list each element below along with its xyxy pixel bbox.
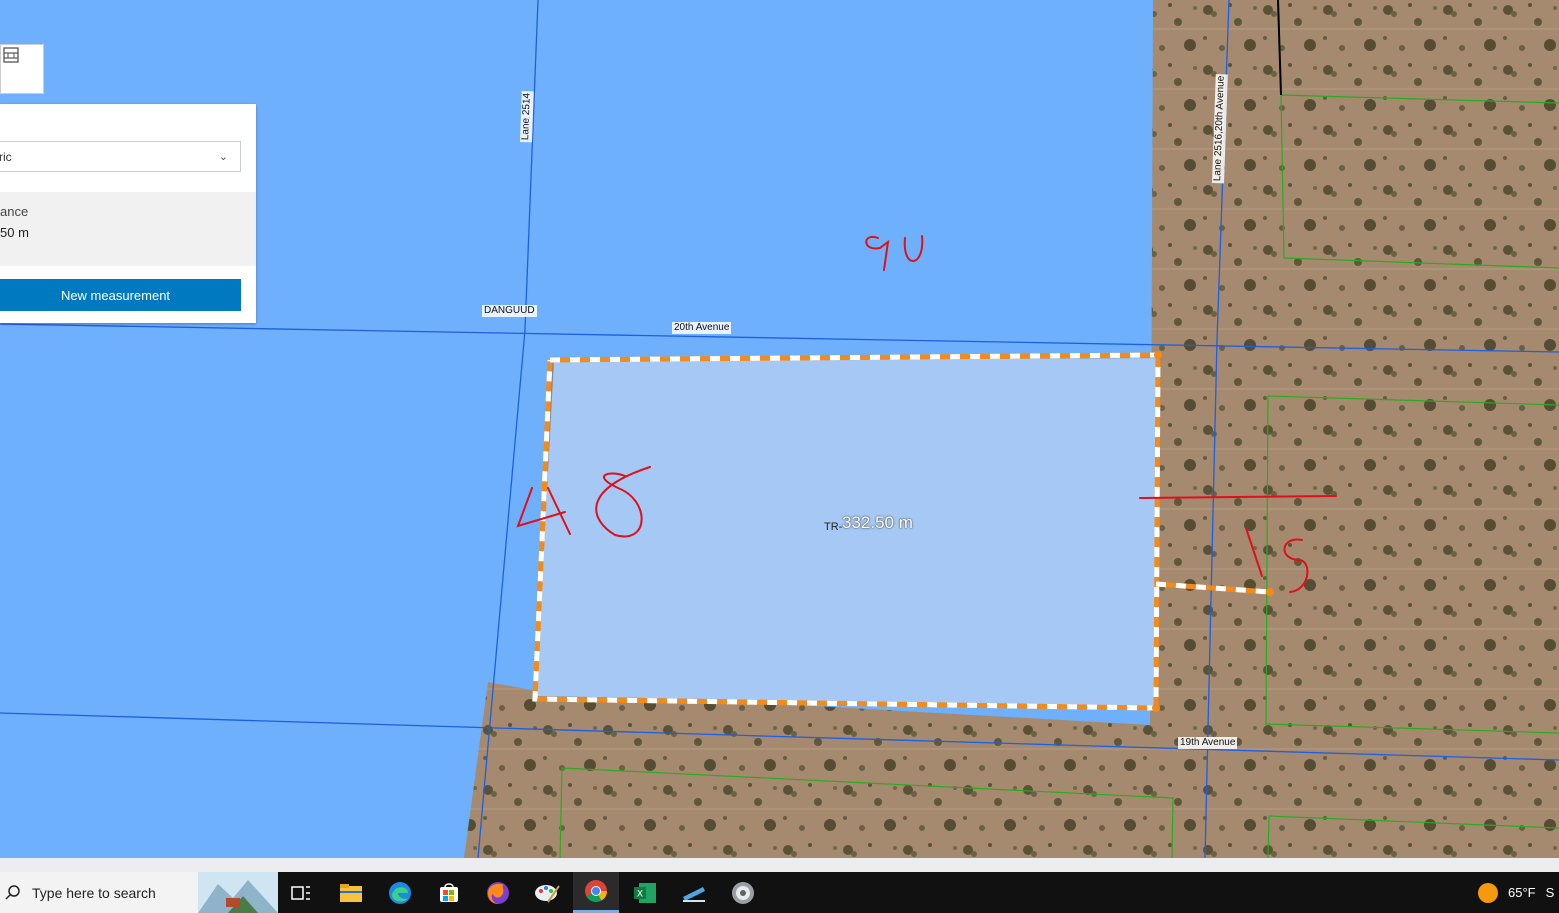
paint-icon [535, 884, 560, 903]
paint-button[interactable] [524, 872, 570, 913]
edge-button[interactable] [377, 872, 423, 913]
snipping-tool-icon [683, 886, 705, 902]
search-placeholder: Type here to search [32, 884, 156, 901]
measure-tool-icon [3, 47, 19, 63]
store-button[interactable] [426, 872, 472, 913]
measurement-panel: ric ⌄ ance 50 m New measurement [0, 104, 256, 323]
chevron-down-icon: ⌄ [218, 151, 228, 163]
area-label: DANGUUD [482, 305, 537, 317]
vertex-handle[interactable] [1266, 588, 1274, 596]
measurement-value-label: 332.50 m [842, 513, 913, 532]
snipping-tool-button[interactable] [671, 872, 717, 913]
store-icon [440, 882, 458, 902]
measurement-result: ance 50 m [0, 192, 256, 266]
search-icon [5, 884, 20, 900]
edge-icon [389, 881, 411, 904]
road-label-lane-2514: Lane 2514 [520, 90, 534, 143]
measure-tool-button[interactable] [0, 44, 44, 94]
pro-app-button[interactable] [720, 872, 766, 913]
parcel-label: TR- [824, 521, 843, 533]
chrome-icon [585, 880, 607, 902]
vertex-handle[interactable] [1152, 704, 1160, 712]
weather-temperature: 65°F [1508, 885, 1536, 900]
weather-sun-icon [1478, 882, 1498, 903]
firefox-button[interactable] [475, 872, 521, 913]
unit-dropdown-value: ric [0, 150, 12, 164]
weather-condition: S [1545, 885, 1555, 900]
new-measurement-button[interactable]: New measurement [0, 279, 241, 311]
excel-button[interactable]: X [622, 872, 668, 913]
taskbar-search[interactable]: Type here to search [0, 872, 278, 913]
unit-dropdown[interactable]: ric ⌄ [0, 141, 241, 172]
file-explorer-button[interactable] [328, 872, 374, 913]
task-view-button[interactable] [278, 872, 324, 913]
browser-scrollbar-area [0, 858, 1559, 872]
taskbar: Type here to search X 65°F S [0, 858, 1559, 913]
weather-widget[interactable]: 65°F S [1478, 872, 1554, 913]
file-explorer-icon [340, 883, 362, 902]
map-view[interactable]: DANGUUD 20th Avenue 19th Avenue Lane 251… [0, 0, 1559, 858]
firefox-icon [487, 881, 509, 904]
result-value: 50 m [0, 225, 29, 240]
result-label: ance [0, 204, 29, 219]
road-label-20th-avenue: 20th Avenue [672, 322, 732, 334]
search-highlight-art-icon [198, 872, 278, 913]
road-label-19th-avenue: 19th Avenue [1178, 737, 1238, 749]
excel-icon: X [634, 882, 656, 903]
vertex-handle[interactable] [1154, 351, 1162, 359]
chrome-button[interactable] [573, 872, 619, 913]
svg-text:X: X [637, 889, 643, 899]
task-view-icon [291, 885, 310, 900]
pro-app-icon [732, 881, 754, 904]
